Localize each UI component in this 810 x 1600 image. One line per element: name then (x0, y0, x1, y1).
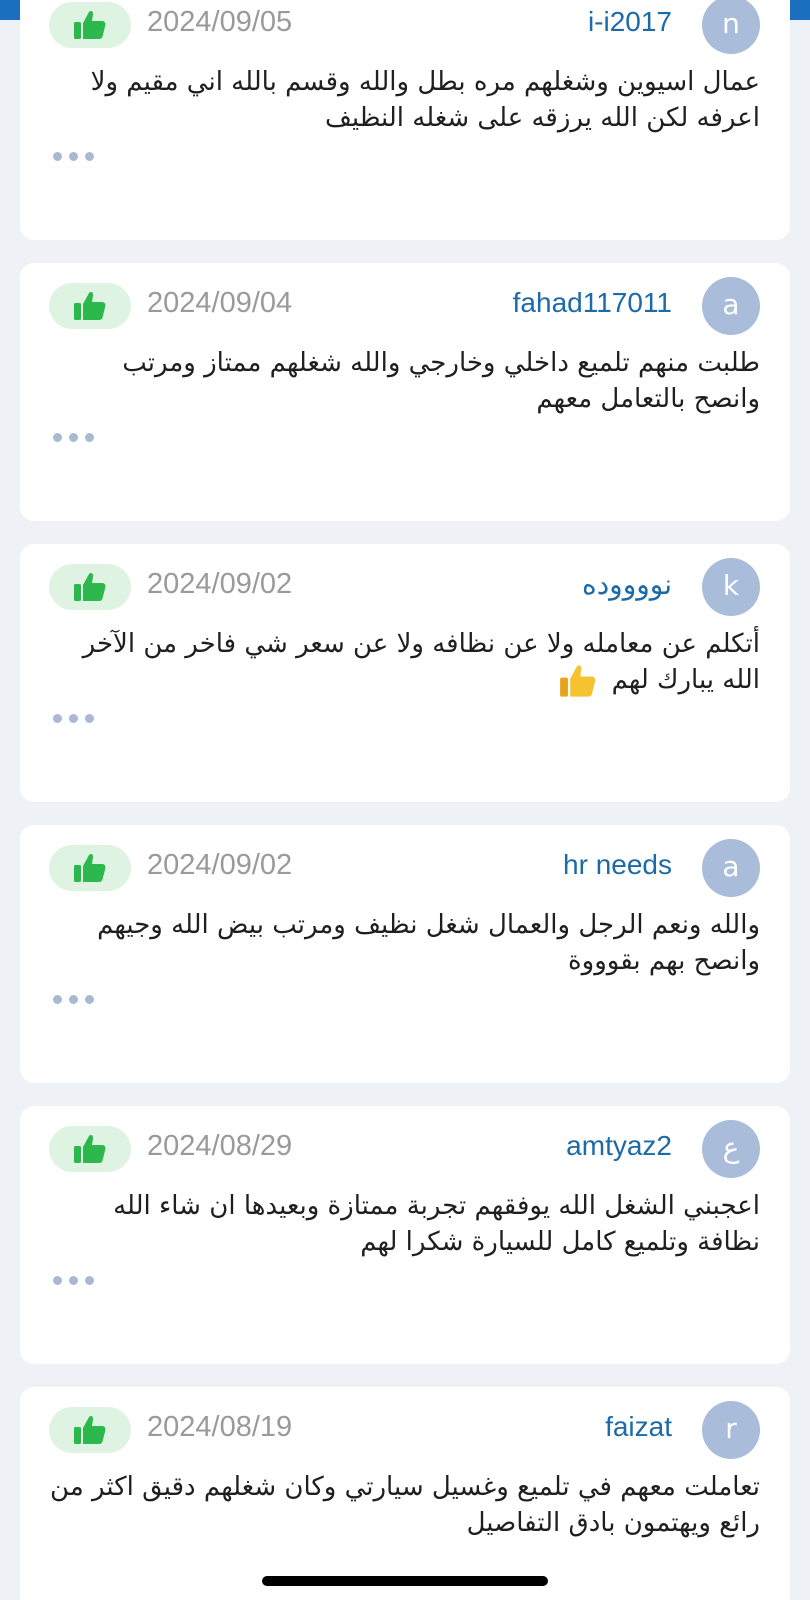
more-dots-icon (69, 152, 78, 161)
thumbs-up-icon (74, 10, 106, 40)
avatar: a (702, 277, 760, 335)
review-date: 2024/09/04 (147, 287, 293, 319)
more-dots-icon (53, 1276, 62, 1285)
more-dots-icon (53, 714, 62, 723)
more-dots-icon (69, 433, 78, 442)
more-dots-icon (85, 152, 94, 161)
like-button[interactable] (49, 1126, 131, 1172)
thumbs-up-icon (74, 572, 106, 601)
review-text: والله ونعم الرجل والعمال شغل نظيف ومرتب … (97, 910, 760, 976)
thumbs-up-emoji-icon (560, 664, 596, 697)
thumbs-up-icon (74, 1415, 106, 1444)
more-dots-icon (69, 995, 78, 1004)
reviewer-username[interactable]: نووووده (582, 568, 672, 601)
review-card: a hr needs 2024/09/02 والله ونعم الرجل و… (20, 825, 790, 1083)
review-text: أتكلم عن معامله ولا عن نظافه ولا عن سعر … (48, 626, 760, 699)
review-text: اعجبني الشغل الله يوفقهم تجربة ممتازة وب… (113, 1191, 760, 1257)
review-text: عمال اسيوين وشغلهم مره بطل والله وقسم با… (90, 67, 760, 133)
thumbs-up-icon (74, 853, 106, 882)
review-date: 2024/09/02 (147, 849, 293, 881)
more-dots-icon (85, 995, 94, 1004)
reviewer-username[interactable]: fahad117011 (513, 287, 672, 319)
avatar: ع (702, 1120, 760, 1178)
more-options-button[interactable] (53, 995, 94, 1004)
review-date: 2024/09/05 (147, 6, 293, 38)
review-card: r faizat 2024/08/19 تعاملت معهم في تلميع… (20, 1387, 790, 1600)
avatar: a (702, 839, 760, 897)
like-button[interactable] (49, 845, 131, 891)
review-date: 2024/09/02 (147, 568, 293, 600)
more-dots-icon (69, 714, 78, 723)
reviewer-username[interactable]: i-i2017 (588, 6, 672, 38)
review-card: a fahad117011 2024/09/04 طلبت منهم تلميع… (20, 263, 790, 521)
like-button[interactable] (49, 283, 131, 329)
more-options-button[interactable] (53, 152, 94, 161)
avatar: n (702, 0, 760, 54)
more-dots-icon (53, 995, 62, 1004)
reviewer-username[interactable]: amtyaz2 (566, 1130, 672, 1162)
more-dots-icon (85, 1276, 94, 1285)
more-dots-icon (85, 714, 94, 723)
reviewer-username[interactable]: faizat (605, 1411, 672, 1443)
avatar: k (702, 558, 760, 616)
more-dots-icon (53, 433, 62, 442)
thumbs-up-icon (74, 291, 106, 320)
more-dots-icon (69, 1276, 78, 1285)
more-dots-icon (85, 433, 94, 442)
review-date: 2024/08/19 (147, 1411, 293, 1443)
avatar: r (702, 1401, 760, 1459)
review-text: تعاملت معهم في تلميع وغسيل سيارتي وكان ش… (50, 1472, 760, 1538)
thumbs-up-icon (74, 1134, 106, 1163)
review-text: طلبت منهم تلميع داخلي وخارجي والله شغلهم… (122, 348, 760, 414)
like-button[interactable] (49, 1407, 131, 1453)
home-indicator[interactable] (262, 1576, 548, 1586)
more-options-button[interactable] (53, 1276, 94, 1285)
review-card: ع amtyaz2 2024/08/29 اعجبني الشغل الله ي… (20, 1106, 790, 1364)
review-text-content: أتكلم عن معامله ولا عن نظافه ولا عن سعر … (82, 629, 760, 695)
more-options-button[interactable] (53, 714, 94, 723)
review-card: n i-i2017 2024/09/05 عمال اسيوين وشغلهم … (20, 0, 790, 240)
review-card: k نووووده 2024/09/02 أتكلم عن معامله ولا… (20, 544, 790, 802)
reviewer-username[interactable]: hr needs (563, 849, 672, 881)
review-date: 2024/08/29 (147, 1130, 293, 1162)
like-button[interactable] (49, 564, 131, 610)
more-dots-icon (53, 152, 62, 161)
like-button[interactable] (49, 2, 131, 48)
more-options-button[interactable] (53, 433, 94, 442)
